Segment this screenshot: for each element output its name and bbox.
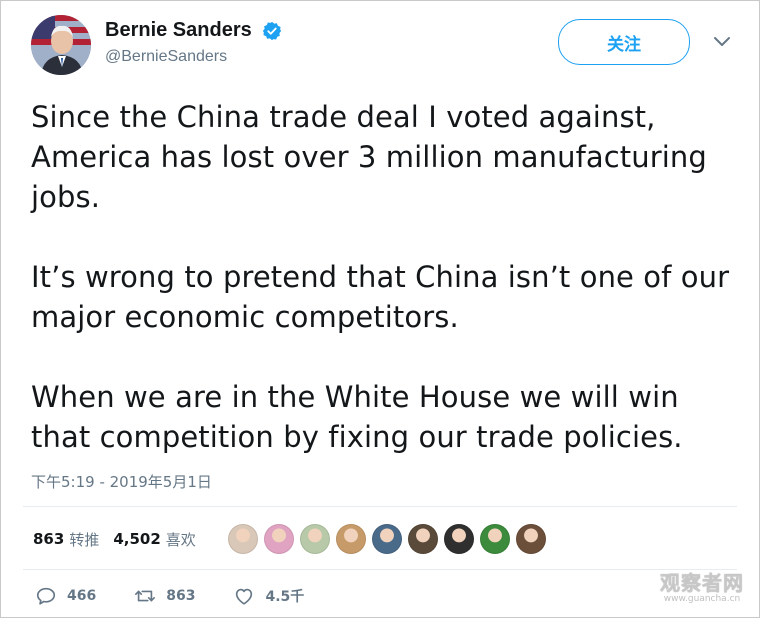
liker-avatar[interactable] xyxy=(408,524,438,554)
tweet-actions: 466 863 4.5千 xyxy=(35,585,342,607)
tweet-stats: 863 转推 4,502 喜欢 xyxy=(33,524,210,554)
liker-avatar[interactable] xyxy=(516,524,546,554)
tweet-paragraph: Since the China trade deal I voted again… xyxy=(31,100,707,214)
liker-avatar[interactable] xyxy=(300,524,330,554)
liker-avatar[interactable] xyxy=(444,524,474,554)
like-count: 4.5千 xyxy=(265,589,305,605)
retweet-stat-count: 863 xyxy=(33,530,65,548)
liker-avatar[interactable] xyxy=(480,524,510,554)
like-stat-count: 4,502 xyxy=(113,530,161,548)
like-button[interactable]: 4.5千 xyxy=(233,585,304,607)
retweet-stat[interactable]: 863 转推 xyxy=(33,529,99,550)
retweet-count: 863 xyxy=(166,588,196,604)
like-stat[interactable]: 4,502 喜欢 xyxy=(113,529,195,550)
watermark-sub: www.guancha.cn xyxy=(663,594,741,604)
retweet-button[interactable]: 863 xyxy=(134,585,195,607)
liker-avatar[interactable] xyxy=(228,524,258,554)
tweet-card: Bernie Sanders @BernieSanders 关注 Since t… xyxy=(0,0,760,618)
tweet-timestamp[interactable]: 下午5:19 - 2019年5月1日 xyxy=(31,471,212,492)
follow-button[interactable]: 关注 xyxy=(558,19,690,65)
author-handle[interactable]: @BernieSanders xyxy=(105,48,282,66)
like-stat-label: 喜欢 xyxy=(165,530,196,549)
retweet-stat-label: 转推 xyxy=(69,530,100,549)
reply-count: 466 xyxy=(67,588,97,604)
reply-button[interactable]: 466 xyxy=(35,585,96,607)
avatar[interactable] xyxy=(31,15,91,75)
author-info: Bernie Sanders @BernieSanders xyxy=(105,19,282,66)
reply-icon xyxy=(36,587,56,605)
chevron-down-icon[interactable] xyxy=(713,35,731,49)
liker-avatar[interactable] xyxy=(372,524,402,554)
tweet-body: Since the China trade deal I voted again… xyxy=(31,97,741,457)
liker-avatar[interactable] xyxy=(336,524,366,554)
watermark-main: 观察者网 xyxy=(660,571,744,595)
divider xyxy=(23,506,737,507)
verified-badge-icon xyxy=(262,21,282,41)
heart-icon xyxy=(236,588,253,605)
author-display-name[interactable]: Bernie Sanders xyxy=(105,19,252,42)
tweet-header: Bernie Sanders @BernieSanders 关注 xyxy=(31,15,735,79)
tweet-paragraph: It’s wrong to pretend that China isn’t o… xyxy=(31,260,730,334)
divider xyxy=(23,569,737,570)
liker-avatar[interactable] xyxy=(264,524,294,554)
tweet-paragraph: When we are in the White House we will w… xyxy=(31,380,683,454)
liker-avatars xyxy=(228,524,552,554)
watermark-logo: 观察者网 www.guancha.cn xyxy=(656,567,748,604)
retweet-icon xyxy=(135,590,156,602)
